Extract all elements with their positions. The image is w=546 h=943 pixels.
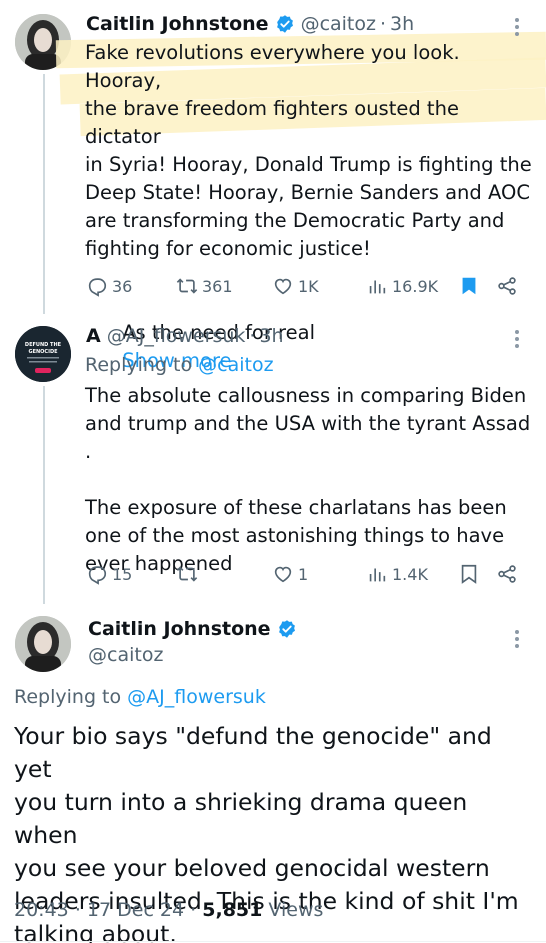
tweet-actions: 36 361 1K 16.9K <box>86 275 526 299</box>
views-chart-icon <box>369 568 386 582</box>
retweet-count: 361 <box>202 276 233 296</box>
reply-icon <box>88 278 107 297</box>
retweet-icon <box>176 566 198 582</box>
bookmark-icon[interactable] <box>458 563 480 585</box>
replying-label: Replying to <box>85 354 193 376</box>
tweet-text-line: Fake revolutions everywhere you look. Ho… <box>85 41 466 92</box>
tweet-text-line: you see your beloved genocidal western <box>14 854 490 882</box>
reply-button[interactable]: 36 <box>86 275 132 297</box>
like-count: 1K <box>298 276 319 296</box>
tweet-1[interactable]: Caitlin Johnstone @caitoz · 3h Fake revo… <box>0 0 546 372</box>
separator-dot: · <box>249 325 256 347</box>
handle[interactable]: @caitoz <box>301 13 376 35</box>
tweet-text-line: one of the most astonishing things to ha… <box>85 524 505 547</box>
handle[interactable]: @AJ_flowersuk <box>107 325 246 347</box>
display-name[interactable]: Caitlin Johnstone <box>86 13 269 35</box>
post-time[interactable]: 20:43 <box>14 899 69 921</box>
tweet-header: Caitlin Johnstone <box>88 618 303 640</box>
avatar-text: DEFUND THE <box>25 342 62 348</box>
reply-icon <box>88 566 107 585</box>
heart-icon <box>274 566 292 583</box>
handle[interactable]: @caitoz <box>88 644 163 666</box>
avatar-portrait-image <box>15 616 71 672</box>
views-button[interactable]: 1.4K <box>366 563 428 585</box>
tweet-text-line: are transforming the Democratic Party an… <box>85 209 505 232</box>
retweet-button[interactable]: 361 <box>176 275 233 297</box>
timestamp[interactable]: 3h <box>259 325 283 347</box>
avatar[interactable] <box>15 616 71 672</box>
tweet-3-focused[interactable]: Caitlin Johnstone @caitoz Replying to @A… <box>0 604 546 943</box>
replying-to: Replying to @caitoz <box>85 354 274 376</box>
tweet-text-line: fighting for economic justice! <box>85 237 371 260</box>
views-button[interactable]: 16.9K <box>366 275 438 297</box>
more-options-icon[interactable] <box>512 328 522 350</box>
views-count[interactable]: 5,851 <box>202 899 262 921</box>
tweet-text-line: Your bio says "defund the genocide" and … <box>14 722 492 783</box>
display-name[interactable]: A <box>86 325 101 347</box>
tweet-header: Caitlin Johnstone @caitoz · 3h <box>86 13 414 35</box>
replying-label: Replying to <box>14 686 122 708</box>
separator-dot: · <box>190 899 197 921</box>
separator-dot: · <box>379 13 387 35</box>
heart-icon <box>274 278 292 295</box>
views-chart-icon <box>369 280 386 294</box>
like-button[interactable]: 1K <box>272 275 319 297</box>
replying-to: Replying to @AJ_flowersuk <box>14 686 266 708</box>
retweet-button[interactable] <box>176 563 202 585</box>
display-name[interactable]: Caitlin Johnstone <box>88 618 271 640</box>
tweet-text-line: and trump and the USA with the tyrant As… <box>85 412 537 463</box>
thread-line <box>43 74 45 314</box>
share-icon[interactable] <box>496 275 518 297</box>
handle-row: @caitoz <box>88 644 163 666</box>
bookmark-icon[interactable] <box>458 275 480 297</box>
share-icon[interactable] <box>496 563 518 585</box>
replying-handle-link[interactable]: @caitoz <box>198 354 273 376</box>
reply-count: 36 <box>112 276 133 296</box>
avatar[interactable]: DEFUND THE GENOCIDE <box>15 326 71 382</box>
verified-badge-icon <box>276 15 293 33</box>
divider <box>0 941 546 942</box>
views-label: Views <box>268 899 324 921</box>
tweet-text-line: The absolute callousness in comparing Bi… <box>85 384 527 407</box>
tweet-text-line: The exposure of these charlatans has bee… <box>85 496 507 519</box>
more-options-icon[interactable] <box>512 628 522 650</box>
like-button[interactable]: 1 <box>272 563 308 585</box>
tweet-text-line: the brave freedom fighters ousted the di… <box>85 97 466 148</box>
view-count: 1.4K <box>392 564 428 584</box>
verified-badge-icon <box>278 620 295 638</box>
replying-handle-link[interactable]: @AJ_flowersuk <box>127 686 266 708</box>
more-options-icon[interactable] <box>512 16 522 38</box>
tweet-2[interactable]: DEFUND THE GENOCIDE A @AJ_flowersuk · 3h… <box>0 312 546 604</box>
timestamp[interactable]: 3h <box>390 13 414 35</box>
tweet-text: The absolute callousness in comparing Bi… <box>85 382 540 578</box>
avatar-banner-image: DEFUND THE GENOCIDE <box>15 326 71 382</box>
like-count: 1 <box>298 564 309 584</box>
view-count: 16.9K <box>392 276 439 296</box>
post-date[interactable]: 17 Dec 24 <box>87 899 184 921</box>
reply-count: 15 <box>112 564 133 584</box>
tweet-text-line: Deep State! Hooray, Bernie Sanders and A… <box>85 181 530 204</box>
avatar-text: GENOCIDE <box>28 349 58 355</box>
reply-button[interactable]: 15 <box>86 563 132 585</box>
tweet-metadata: 20:43 · 17 Dec 24 · 5,851 Views <box>14 899 323 921</box>
retweet-icon <box>176 278 198 294</box>
tweet-text-line: in Syria! Hooray, Donald Trump is fighti… <box>85 153 532 176</box>
tweet-header: A @AJ_flowersuk · 3h <box>86 325 284 347</box>
tweet-text-line: you turn into a shrieking drama queen wh… <box>14 788 468 849</box>
tweet-actions: 15 1 1.4K <box>86 563 526 587</box>
separator-dot: · <box>74 899 81 921</box>
tweet-text-line: talking about. <box>14 920 177 943</box>
thread-line <box>43 386 45 604</box>
